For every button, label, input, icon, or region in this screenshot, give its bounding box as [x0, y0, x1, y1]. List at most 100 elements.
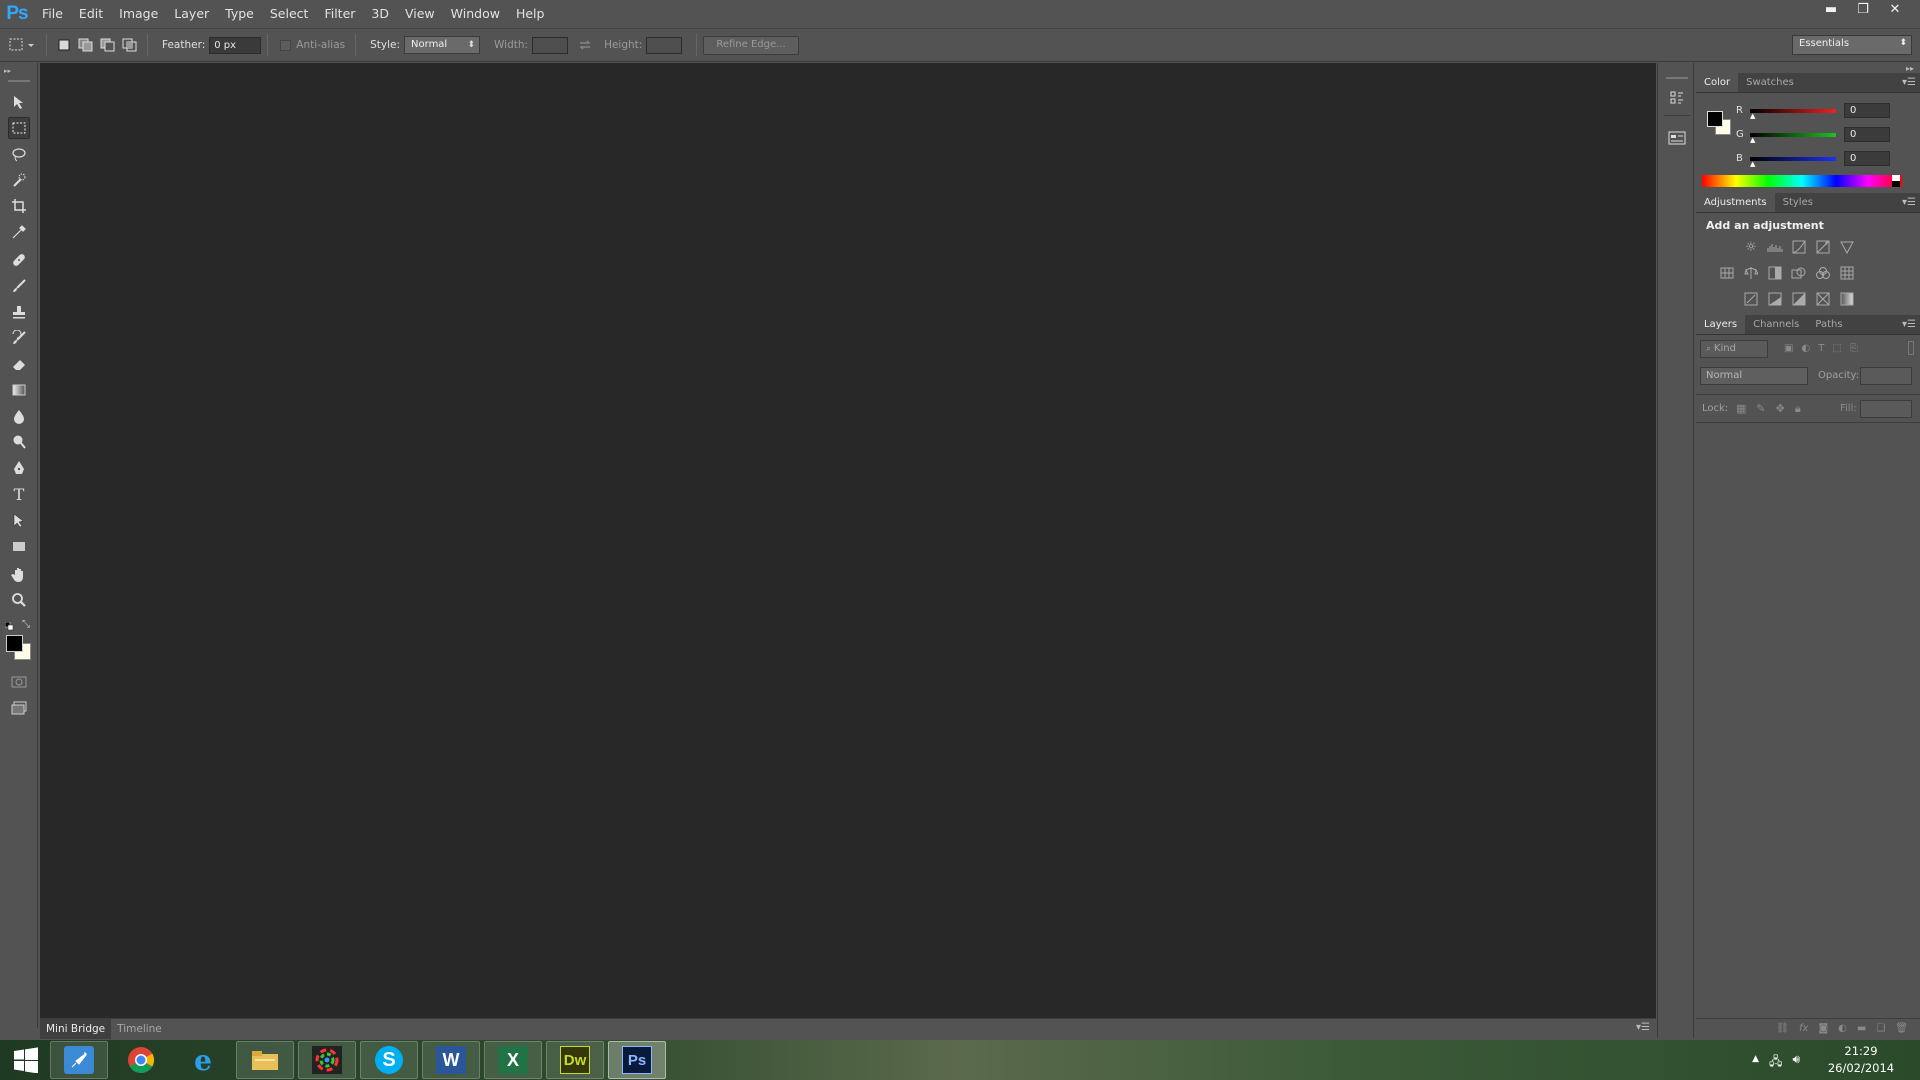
- swap-colors-icon[interactable]: ⤡: [22, 619, 30, 630]
- brightness-contrast-icon[interactable]: ☼: [1742, 239, 1760, 255]
- dodge-tool-icon[interactable]: [8, 431, 30, 453]
- subtract-from-selection-icon[interactable]: [97, 34, 119, 56]
- tab-adjustments[interactable]: Adjustments: [1696, 193, 1775, 212]
- dock-grip[interactable]: [1666, 77, 1688, 79]
- new-adjustment-layer-icon[interactable]: ◐: [1838, 1023, 1847, 1034]
- screen-mode-icon[interactable]: [8, 697, 30, 719]
- posterize-icon[interactable]: [1766, 291, 1784, 307]
- feather-input[interactable]: 0 px: [209, 36, 262, 54]
- foreground-color-swatch[interactable]: [6, 635, 23, 652]
- gradient-map-icon[interactable]: [1838, 291, 1856, 307]
- menu-filter[interactable]: Filter: [316, 0, 363, 28]
- tab-layers[interactable]: Layers: [1696, 315, 1746, 334]
- taskbar-clock[interactable]: 21:29 26/02/2014: [1816, 1043, 1906, 1077]
- taskbar-rocket-app[interactable]: [50, 1041, 108, 1079]
- close-button[interactable]: ✕: [1882, 0, 1908, 18]
- menu-window[interactable]: Window: [443, 0, 508, 28]
- selective-color-icon[interactable]: [1814, 291, 1832, 307]
- width-input[interactable]: [532, 36, 569, 54]
- filter-smart-objects-icon[interactable]: ⎘: [1850, 343, 1858, 354]
- brush-tool-icon[interactable]: [8, 275, 30, 297]
- crop-tool-icon[interactable]: [8, 195, 30, 217]
- move-tool-icon[interactable]: [8, 91, 30, 113]
- green-slider-thumb[interactable]: ▲: [1750, 136, 1755, 144]
- opacity-input[interactable]: [1860, 367, 1912, 385]
- tab-mini-bridge[interactable]: Mini Bridge: [40, 1018, 112, 1039]
- history-panel-icon[interactable]: [1666, 87, 1688, 109]
- pen-tool-icon[interactable]: [8, 457, 30, 479]
- clone-stamp-tool-icon[interactable]: [8, 301, 30, 323]
- blue-slider[interactable]: ▲: [1750, 156, 1836, 168]
- bottom-panel-menu-icon[interactable]: ▾☰: [1636, 1022, 1650, 1033]
- menu-help[interactable]: Help: [508, 0, 553, 28]
- green-slider[interactable]: ▲: [1750, 132, 1836, 144]
- blur-tool-icon[interactable]: [8, 405, 30, 427]
- collapse-toolbar-icon[interactable]: ▸▸: [4, 67, 11, 75]
- taskbar-excel-app[interactable]: X: [484, 1041, 542, 1079]
- tool-preset-picker-icon[interactable]: [6, 34, 40, 56]
- quick-selection-tool-icon[interactable]: [8, 169, 30, 191]
- menu-image[interactable]: Image: [111, 0, 166, 28]
- exposure-icon[interactable]: [1814, 239, 1832, 255]
- blue-value-input[interactable]: 0: [1844, 151, 1890, 166]
- color-lookup-icon[interactable]: [1838, 265, 1856, 281]
- layers-list[interactable]: [1696, 423, 1920, 1023]
- rectangle-tool-icon[interactable]: [8, 535, 30, 557]
- green-value-input[interactable]: 0: [1844, 127, 1890, 142]
- path-selection-tool-icon[interactable]: [8, 509, 30, 531]
- properties-panel-icon[interactable]: [1666, 127, 1688, 149]
- filter-adjustment-layers-icon[interactable]: ◐: [1801, 343, 1810, 354]
- eyedropper-tool-icon[interactable]: [8, 221, 30, 243]
- taskbar-skype-app[interactable]: S: [360, 1041, 418, 1079]
- color-balance-icon[interactable]: [1742, 265, 1760, 281]
- photo-filter-icon[interactable]: [1790, 265, 1808, 281]
- vibrance-icon[interactable]: [1838, 239, 1856, 255]
- red-slider[interactable]: ▲: [1750, 108, 1836, 120]
- lasso-tool-icon[interactable]: [8, 143, 30, 165]
- invert-icon[interactable]: [1742, 291, 1760, 307]
- taskbar-color-app[interactable]: [298, 1041, 356, 1079]
- taskbar-dreamweaver-app[interactable]: Dw: [546, 1041, 604, 1079]
- lock-all-icon[interactable]: 🔒︎: [1795, 402, 1801, 416]
- levels-icon[interactable]: [1766, 239, 1784, 255]
- minimize-button[interactable]: ▬: [1818, 0, 1844, 18]
- menu-file[interactable]: File: [34, 0, 71, 28]
- new-selection-icon[interactable]: [53, 34, 75, 56]
- menu-3d[interactable]: 3D: [363, 0, 397, 28]
- collapse-dock-right-icon[interactable]: ▸▸: [1906, 64, 1914, 73]
- style-select[interactable]: Normal: [404, 36, 481, 54]
- lock-position-icon[interactable]: ✥: [1776, 402, 1785, 416]
- eraser-tool-icon[interactable]: [8, 353, 30, 375]
- layer-kind-filter-select[interactable]: ⌕ Kind: [1700, 340, 1768, 358]
- channel-mixer-icon[interactable]: [1814, 265, 1832, 281]
- add-layer-mask-icon[interactable]: ◙: [1818, 1023, 1828, 1034]
- menu-view[interactable]: View: [397, 0, 443, 28]
- filter-toggle-switch[interactable]: [1908, 341, 1914, 355]
- hue-saturation-icon[interactable]: [1718, 265, 1736, 281]
- filter-type-layers-icon[interactable]: T: [1818, 343, 1824, 354]
- tab-timeline[interactable]: Timeline: [111, 1019, 168, 1039]
- document-canvas-area[interactable]: [40, 63, 1656, 1018]
- tab-styles[interactable]: Styles: [1775, 193, 1821, 212]
- taskbar-photoshop-app[interactable]: Ps: [608, 1041, 666, 1079]
- link-layers-icon[interactable]: ⛓: [1776, 1023, 1789, 1034]
- menu-edit[interactable]: Edit: [71, 0, 111, 28]
- tab-paths[interactable]: Paths: [1807, 315, 1850, 334]
- color-foreground-swatch[interactable]: [1707, 111, 1723, 127]
- menu-select[interactable]: Select: [262, 0, 317, 28]
- tab-color[interactable]: Color: [1696, 73, 1739, 92]
- restore-button[interactable]: ❐: [1850, 0, 1876, 18]
- lock-image-pixels-icon[interactable]: ✎: [1756, 402, 1765, 416]
- intersect-selection-icon[interactable]: [119, 34, 141, 56]
- zoom-tool-icon[interactable]: [8, 589, 30, 611]
- new-layer-icon[interactable]: ❏: [1876, 1023, 1885, 1034]
- taskbar-word-app[interactable]: W: [422, 1041, 480, 1079]
- taskbar-chrome-app[interactable]: [112, 1041, 170, 1079]
- red-value-input[interactable]: 0: [1844, 103, 1890, 118]
- layer-style-fx-icon[interactable]: fx: [1799, 1023, 1808, 1034]
- curves-icon[interactable]: [1790, 239, 1808, 255]
- spot-healing-brush-tool-icon[interactable]: [8, 249, 30, 271]
- new-group-folder-icon[interactable]: ▬: [1857, 1023, 1866, 1034]
- refine-edge-button[interactable]: Refine Edge...: [703, 35, 799, 55]
- hand-tool-icon[interactable]: [8, 563, 30, 585]
